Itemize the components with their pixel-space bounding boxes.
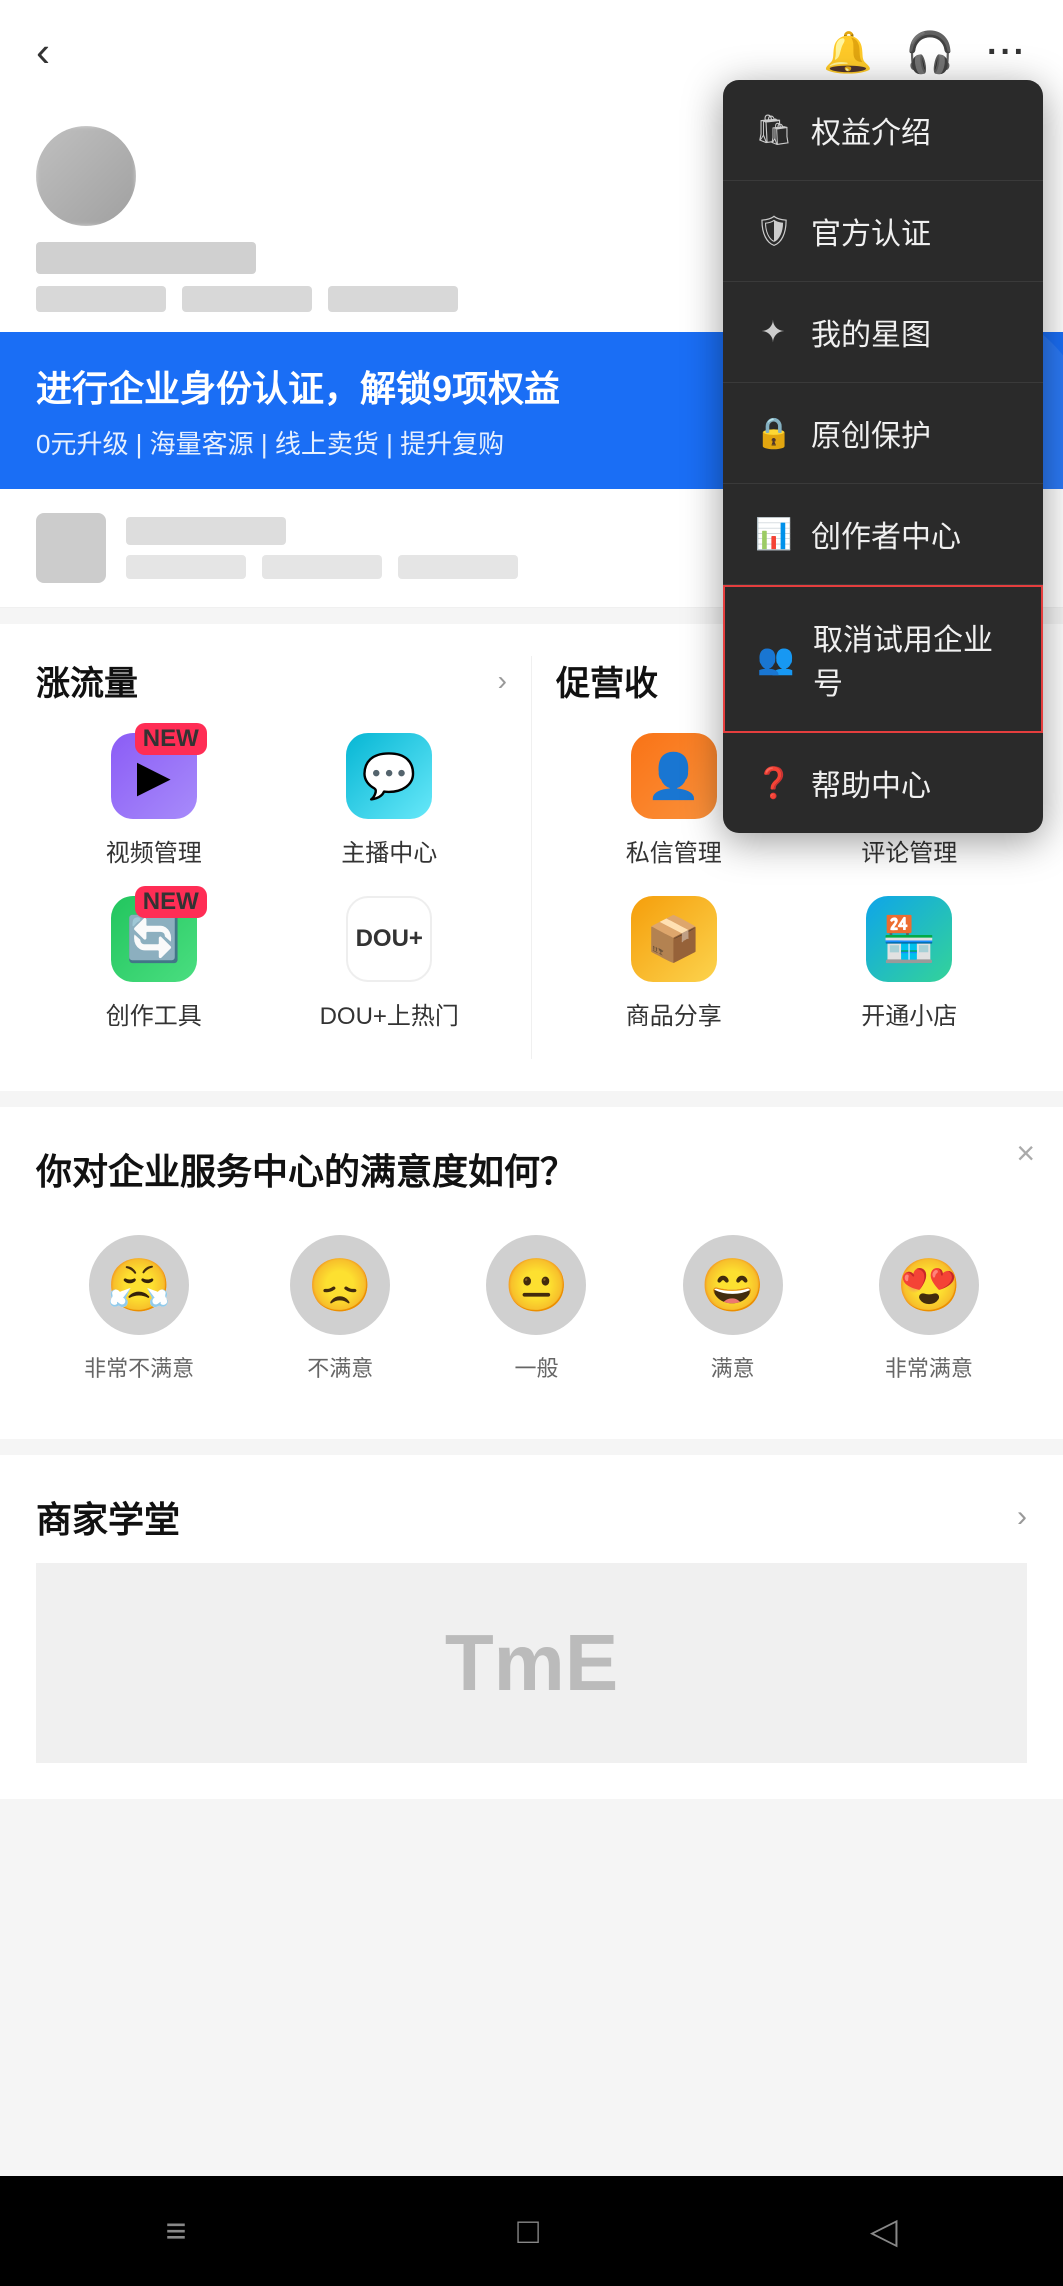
new-badge: NEW	[135, 723, 207, 755]
product-share-item[interactable]: 📦 商品分享	[556, 896, 792, 1031]
profile-name-placeholder	[36, 242, 256, 274]
right-section-title: 促营收	[556, 656, 658, 705]
open-shop-item[interactable]: 🏪 开通小店	[792, 896, 1028, 1031]
survey-title: 你对企业服务中心的满意度如何？	[36, 1143, 1027, 1195]
open-shop-label: 开通小店	[861, 996, 957, 1031]
emoji-neutral: 😐	[486, 1235, 586, 1335]
creation-tools-label: 创作工具	[106, 996, 202, 1031]
emoji-label-4: 满意	[711, 1351, 755, 1383]
creation-tools-icon: NEW 🔄	[111, 896, 197, 982]
creation-tools-item[interactable]: NEW 🔄 创作工具	[36, 896, 272, 1031]
dropdown-menu: 🛍 权益介绍 🛡 官方认证 ✦ 我的星图 🔒 原创保护 📊 创作者中心 👥 取消…	[723, 80, 1043, 833]
benefits-label: 权益介绍	[811, 108, 931, 152]
survey-section: × 你对企业服务中心的满意度如何？ 😤 非常不满意 😞 不满意 😐 一般 😄 满…	[0, 1107, 1063, 1439]
video-management-label: 视频管理	[106, 833, 202, 868]
cancel-trial-label: 取消试用企业号	[813, 615, 1009, 703]
grid-left: 涨流量 › NEW ▶ 视频管理 💬 主播中心	[36, 656, 532, 1059]
bottom-nav-back[interactable]: ◁	[870, 2210, 898, 2252]
dropdown-item-original-protection[interactable]: 🔒 原创保护	[723, 383, 1043, 484]
emoji-very-satisfied: 😍	[879, 1235, 979, 1335]
left-section-title: 涨流量	[36, 656, 138, 705]
anchor-center-item[interactable]: 💬 主播中心	[272, 733, 508, 868]
tme-text: TmE	[445, 1617, 618, 1709]
survey-emoji-4[interactable]: 😄 满意	[683, 1235, 783, 1383]
dropdown-item-star-chart[interactable]: ✦ 我的星图	[723, 282, 1043, 383]
right-icons-row-2: 📦 商品分享 🏪 开通小店	[556, 896, 1027, 1031]
avatar	[36, 126, 136, 226]
emoji-label-1: 非常不满意	[84, 1351, 194, 1383]
emoji-label-3: 一般	[514, 1351, 558, 1383]
score-avatar	[36, 513, 106, 583]
dropdown-item-creator-center[interactable]: 📊 创作者中心	[723, 484, 1043, 585]
dropdown-item-help-center[interactable]: ❓ 帮助中心	[723, 733, 1043, 833]
back-button[interactable]: ‹	[36, 28, 50, 76]
merchant-school-title: 商家学堂	[36, 1491, 180, 1543]
emoji-very-dissatisfied: 😤	[89, 1235, 189, 1335]
merchant-school-section: 商家学堂 › TmE	[0, 1455, 1063, 1799]
merchant-school-header: 商家学堂 ›	[36, 1491, 1027, 1543]
help-center-label: 帮助中心	[811, 761, 931, 805]
benefits-icon: 🛍	[755, 113, 791, 148]
dou-plus-text: DOU+	[356, 925, 423, 953]
official-cert-icon: 🛡	[755, 214, 791, 249]
survey-emoji-3[interactable]: 😐 一般	[486, 1235, 586, 1383]
survey-emojis: 😤 非常不满意 😞 不满意 😐 一般 😄 满意 😍 非常满意	[36, 1235, 1027, 1383]
score-name-placeholder	[126, 517, 286, 545]
open-shop-icon: 🏪	[866, 896, 952, 982]
bottom-nav-home[interactable]: □	[517, 2210, 539, 2252]
product-share-label: 商品分享	[626, 996, 722, 1031]
left-icons-row-2: NEW 🔄 创作工具 DOU+ DOU+上热门	[36, 896, 507, 1031]
dropdown-item-benefits[interactable]: 🛍 权益介绍	[723, 80, 1043, 181]
dropdown-item-official-cert[interactable]: 🛡 官方认证	[723, 181, 1043, 282]
bottom-nav: ≡ □ ◁	[0, 2176, 1063, 2286]
notification-icon[interactable]: 🔔	[823, 29, 873, 76]
anchor-center-label: 主播中心	[341, 833, 437, 868]
cancel-trial-icon: 👥	[757, 642, 793, 677]
left-section-arrow[interactable]: ›	[498, 665, 507, 697]
star-chart-icon: ✦	[755, 315, 791, 350]
video-management-item[interactable]: NEW ▶ 视频管理	[36, 733, 272, 868]
survey-emoji-5[interactable]: 😍 非常满意	[879, 1235, 979, 1383]
merchant-school-arrow[interactable]: ›	[1017, 1500, 1027, 1534]
product-share-icon: 📦	[631, 896, 717, 982]
original-protection-icon: 🔒	[755, 416, 791, 451]
emoji-satisfied: 😄	[683, 1235, 783, 1335]
official-cert-label: 官方认证	[811, 209, 931, 253]
emoji-dissatisfied: 😞	[290, 1235, 390, 1335]
top-bar-actions: 🔔 🎧 ···	[823, 29, 1027, 76]
headset-icon[interactable]: 🎧	[905, 29, 955, 76]
dm-management-icon: 👤	[631, 733, 717, 819]
new-badge-2: NEW	[135, 886, 207, 918]
anchor-center-icon: 💬	[346, 733, 432, 819]
left-section-header: 涨流量 ›	[36, 656, 507, 705]
dm-management-label: 私信管理	[626, 833, 722, 868]
comment-management-label: 评论管理	[861, 833, 957, 868]
original-protection-label: 原创保护	[811, 411, 931, 455]
dou-plus-label: DOU+上热门	[320, 996, 459, 1031]
creator-center-label: 创作者中心	[811, 512, 961, 556]
help-center-icon: ❓	[755, 766, 791, 801]
emoji-label-2: 不满意	[307, 1351, 373, 1383]
emoji-label-5: 非常满意	[885, 1351, 973, 1383]
more-icon[interactable]: ···	[987, 33, 1027, 72]
survey-emoji-1[interactable]: 😤 非常不满意	[84, 1235, 194, 1383]
video-management-icon: NEW ▶	[111, 733, 197, 819]
tme-area: TmE	[36, 1563, 1027, 1763]
bottom-nav-menu[interactable]: ≡	[165, 2210, 186, 2252]
left-icons-row-1: NEW ▶ 视频管理 💬 主播中心	[36, 733, 507, 868]
creator-center-icon: 📊	[755, 517, 791, 552]
dou-plus-item[interactable]: DOU+ DOU+上热门	[272, 896, 508, 1031]
survey-close-button[interactable]: ×	[1016, 1135, 1035, 1172]
dou-plus-icon: DOU+	[346, 896, 432, 982]
survey-emoji-2[interactable]: 😞 不满意	[290, 1235, 390, 1383]
dropdown-item-cancel-trial[interactable]: 👥 取消试用企业号	[723, 585, 1043, 733]
star-chart-label: 我的星图	[811, 310, 931, 354]
